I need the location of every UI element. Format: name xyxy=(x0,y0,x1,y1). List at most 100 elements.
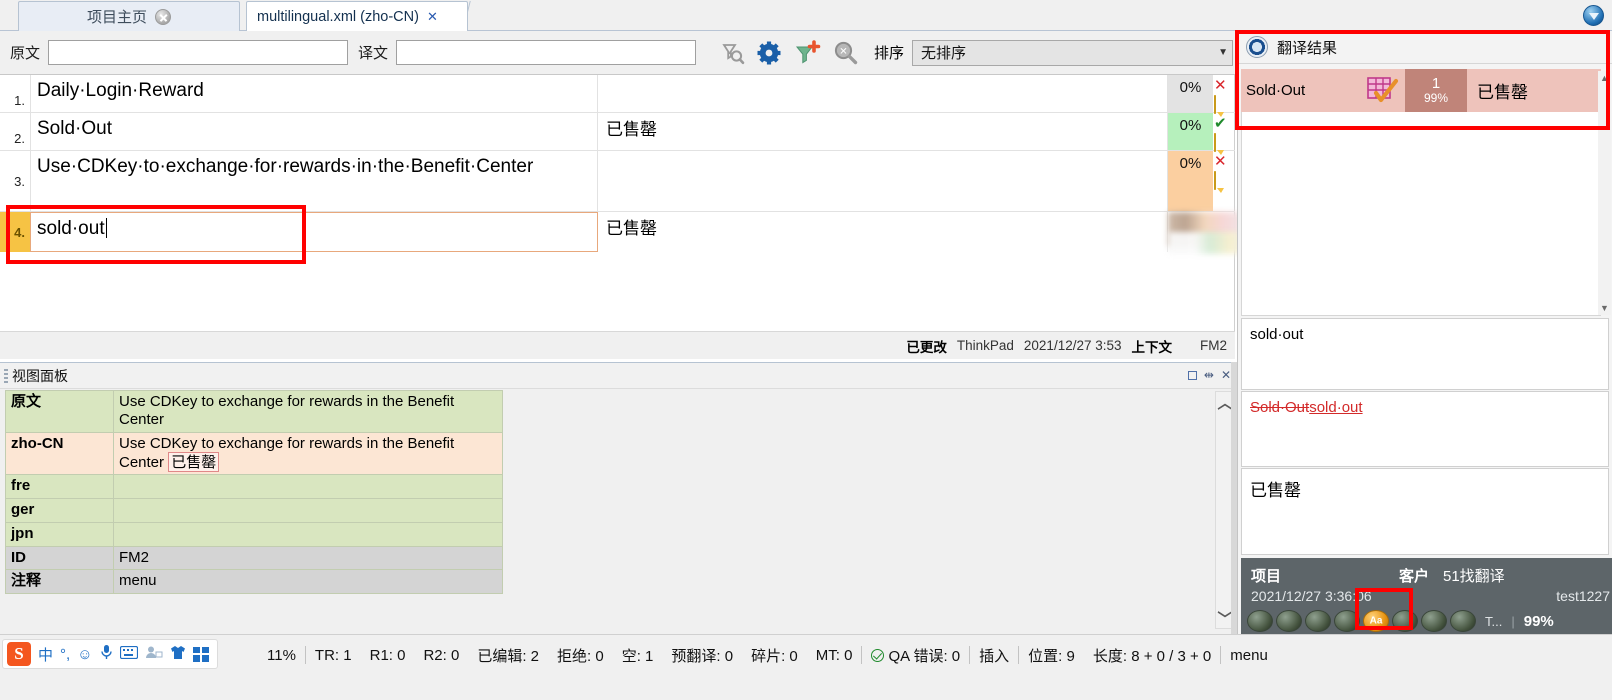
settings-gear-icon[interactable] xyxy=(750,34,788,72)
row-target-text[interactable] xyxy=(598,75,1168,112)
view-row-value[interactable] xyxy=(113,474,503,500)
ime-voice-input-icon[interactable] xyxy=(100,644,113,664)
panel-drag-grip[interactable] xyxy=(4,368,8,383)
window-restore-orb-icon[interactable] xyxy=(1583,5,1604,26)
tm-target-box[interactable]: 已售罄 xyxy=(1241,468,1609,555)
tm-action-3-icon[interactable] xyxy=(1305,610,1331,632)
r1-count: R1: 0 xyxy=(369,646,406,664)
ime-emoji-icon[interactable]: ☺ xyxy=(77,646,92,663)
error-x-icon[interactable]: ✕ xyxy=(1214,154,1227,169)
view-row-value[interactable]: FM2 xyxy=(113,546,503,571)
ime-chinese-mode-icon[interactable]: 中 xyxy=(38,644,53,665)
target-filter-input[interactable] xyxy=(396,40,697,65)
tm-action-2-icon[interactable] xyxy=(1276,610,1302,632)
tr-count: TR: 1 xyxy=(314,646,352,664)
tm-list-scrollbar[interactable]: ▲ ▼ xyxy=(1598,71,1611,315)
length-info: 长度: 8 + 0 / 3 + 0 xyxy=(1092,647,1212,665)
scroll-up-arrow-icon[interactable]: ▲ xyxy=(1598,71,1611,85)
source-filter-label: 原文 xyxy=(10,45,41,62)
translation-results-panel: 翻译结果 Sold·Out 1 99% 已售罄 ▲ ▼ sold·out Sol… xyxy=(1237,31,1612,638)
tab-multilingual-xml[interactable]: multilingual.xml (zho-CN) ✕ xyxy=(246,1,468,31)
view-row-value[interactable]: menu xyxy=(113,569,503,594)
text-caret xyxy=(105,218,107,238)
filter-toolbar: 原文 译文 ✕ 排序 无排序 ▼ xyxy=(0,31,1235,75)
segment-id: FM2 xyxy=(1200,338,1227,353)
row-number: 4. xyxy=(0,212,30,252)
close-panel-icon[interactable]: ✕ xyxy=(1221,368,1231,382)
note-value: menu xyxy=(1230,646,1268,664)
qa-errors[interactable]: QA 错误: 0 xyxy=(862,645,969,666)
table-row[interactable]: jpn xyxy=(5,522,503,548)
ime-toolbar[interactable]: S 中 °, ☺ xyxy=(2,639,218,669)
clear-search-icon[interactable]: ✕ xyxy=(826,34,864,72)
pin-panel-icon[interactable]: ⇹ xyxy=(1204,368,1214,382)
insert-mode[interactable]: 插入 xyxy=(970,645,1018,666)
tm-action-7-icon[interactable] xyxy=(1421,610,1447,632)
comment-bubble-icon[interactable] xyxy=(1214,133,1216,152)
row-source-text[interactable]: Use·CDKey·to·exchange·for·rewards·in·the… xyxy=(30,151,598,211)
ime-toolbox-icon[interactable] xyxy=(192,646,209,662)
maximize-panel-icon[interactable] xyxy=(1187,370,1197,380)
edited-count: 已编辑: 2 xyxy=(477,647,540,665)
row-source-text[interactable]: Daily·Login·Reward xyxy=(30,75,598,112)
translation-results-header: 翻译结果 xyxy=(1238,31,1612,64)
current-source-box[interactable]: sold·out xyxy=(1241,318,1609,390)
segment-status-bar: 已更改 ThinkPad 2021/12/27 3:53 上下文 FM2 xyxy=(0,331,1235,359)
sogou-ime-logo-icon[interactable]: S xyxy=(7,642,31,666)
rejected-count: 拒绝: 0 xyxy=(557,647,604,665)
row-number: 1. xyxy=(14,93,25,108)
close-x-icon[interactable]: ✕ xyxy=(427,9,438,25)
ime-skin-icon[interactable] xyxy=(170,645,186,664)
tm-match-row[interactable]: Sold·Out 1 99% 已售罄 xyxy=(1241,69,1601,112)
qa-ok-check-icon xyxy=(871,648,885,662)
table-row[interactable]: 4. sold·out 已售罄 xyxy=(0,212,1235,252)
table-row[interactable]: ID FM2 xyxy=(5,546,503,571)
table-row[interactable]: 注释 menu xyxy=(5,569,503,594)
chevron-down-icon[interactable]: ▼ xyxy=(1218,47,1228,58)
filter-search-icon[interactable] xyxy=(712,34,750,72)
table-row[interactable]: 3. Use·CDKey·to·exchange·for·rewards·in·… xyxy=(0,151,1235,212)
ime-soft-keyboard-icon[interactable] xyxy=(119,645,138,663)
tm-action-1-icon[interactable] xyxy=(1247,610,1273,632)
row-source-text[interactable]: Sold·Out xyxy=(30,113,598,150)
view-row-value[interactable]: Use CDKey to exchange for rewards in the… xyxy=(113,390,503,433)
eye-preview-icon[interactable] xyxy=(1246,36,1268,58)
case-difference-icon[interactable]: Aa xyxy=(1363,610,1389,632)
table-row[interactable]: ger xyxy=(5,498,503,524)
confirmed-check-icon[interactable]: ✔ xyxy=(1214,116,1227,131)
error-x-icon[interactable]: ✕ xyxy=(1214,78,1227,93)
close-orb-icon[interactable] xyxy=(155,8,171,25)
table-row[interactable]: zho-CN Use CDKey to exchange for rewards… xyxy=(5,431,503,476)
tab-project-home[interactable]: 项目主页 xyxy=(18,1,240,31)
tm-action-8-icon[interactable] xyxy=(1450,610,1476,632)
tm-metadata-line-2: 2021/12/27 3:36:06 test1227 xyxy=(1251,588,1610,608)
tm-action-6-icon[interactable] xyxy=(1392,610,1418,632)
table-row[interactable]: 2. Sold·Out 已售罄 0% ✔ xyxy=(0,113,1235,152)
view-row-value[interactable] xyxy=(113,498,503,524)
row-target-text[interactable]: 已售罄 xyxy=(598,113,1168,150)
table-row[interactable]: 原文 Use CDKey to exchange for rewards in … xyxy=(5,390,503,433)
row-target-text[interactable]: 已售罄 xyxy=(598,212,1168,252)
tm-match-list[interactable] xyxy=(1241,112,1601,316)
sort-select[interactable]: 无排序 ▼ xyxy=(912,39,1233,66)
row-status-marks: ✕ xyxy=(1213,151,1233,211)
ime-user-icon[interactable] xyxy=(145,645,163,663)
segment-context-button[interactable]: 上下文 xyxy=(1132,336,1173,356)
scroll-down-arrow-icon[interactable]: ▼ xyxy=(1598,301,1611,315)
view-row-value[interactable] xyxy=(113,522,503,548)
row-source-input[interactable]: sold·out xyxy=(30,212,598,252)
ime-punctuation-icon[interactable]: °, xyxy=(60,646,70,663)
table-row[interactable]: fre xyxy=(5,474,503,500)
tm-action-4-icon[interactable] xyxy=(1334,610,1360,632)
tm-truncated-label: T... xyxy=(1485,613,1503,629)
view-row-key: 注释 xyxy=(5,569,114,594)
comment-bubble-icon[interactable] xyxy=(1214,95,1216,114)
row-target-text[interactable] xyxy=(598,151,1168,211)
comment-bubble-icon[interactable] xyxy=(1214,171,1216,190)
table-row[interactable]: 1. Daily·Login·Reward 0% ✕ xyxy=(0,75,1235,114)
view-row-value[interactable]: Use CDKey to exchange for rewards in the… xyxy=(113,431,503,476)
diff-box[interactable]: Sold·Outsold·out xyxy=(1241,391,1609,467)
progress-percent: 11% xyxy=(267,646,296,664)
add-filter-icon[interactable] xyxy=(788,34,826,72)
source-filter-input[interactable] xyxy=(48,40,349,65)
